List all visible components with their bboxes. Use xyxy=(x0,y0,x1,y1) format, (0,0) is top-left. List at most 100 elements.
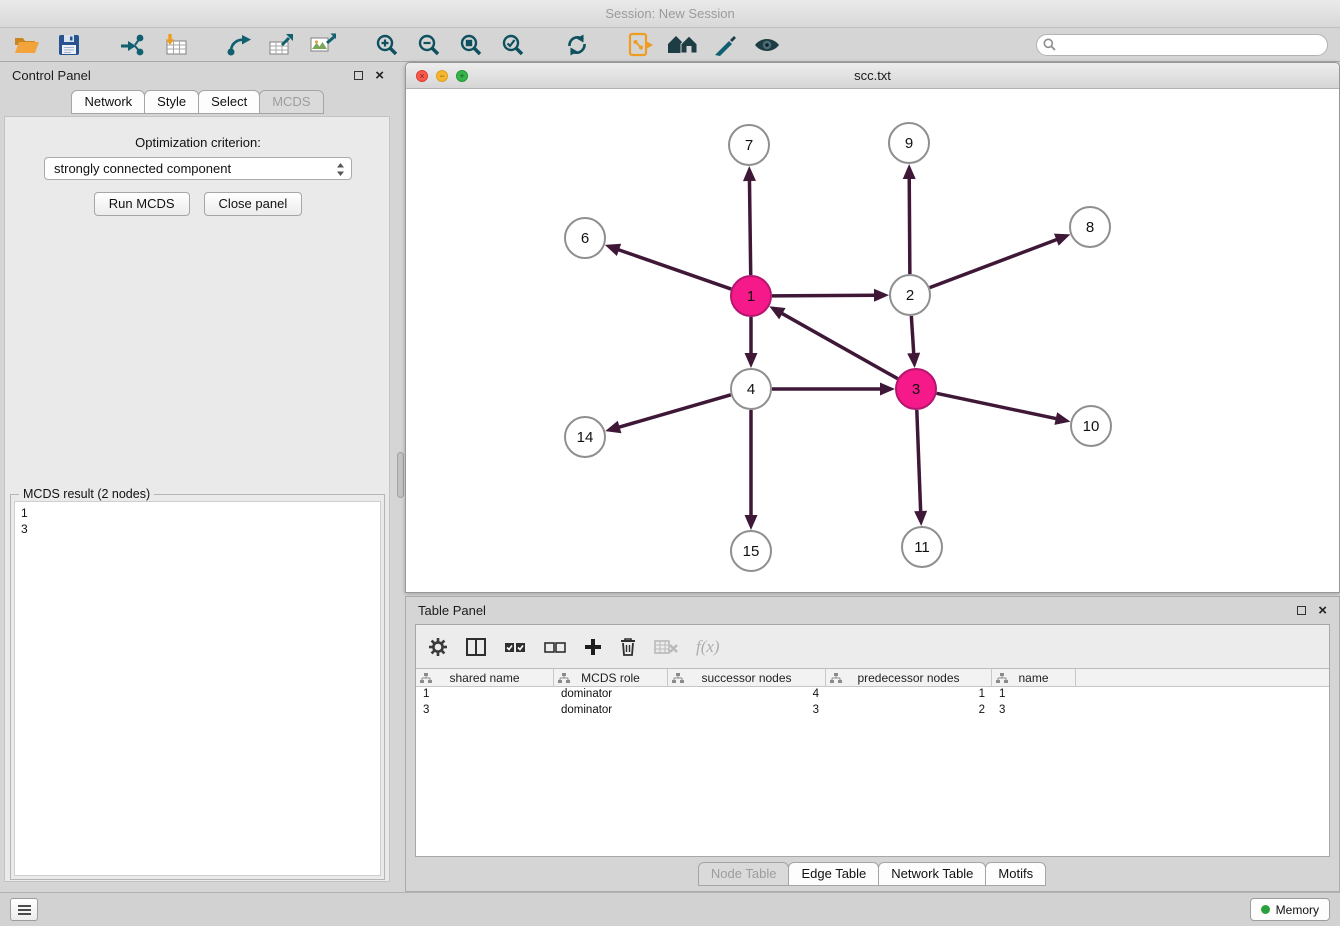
graph-edge-1-7[interactable] xyxy=(749,179,750,275)
run-mcds-button[interactable]: Run MCDS xyxy=(94,192,190,216)
network-window-titlebar[interactable]: × − + scc.txt xyxy=(406,63,1339,89)
graph-edge-2-9[interactable] xyxy=(909,177,910,274)
share-document-icon[interactable] xyxy=(626,30,656,60)
table-cell[interactable]: 4 xyxy=(668,687,826,703)
table-tab-network-table[interactable]: Network Table xyxy=(878,862,986,886)
graph-node-11[interactable]: 11 xyxy=(902,527,942,567)
tab-network[interactable]: Network xyxy=(71,90,145,114)
zoom-out-icon[interactable] xyxy=(414,30,444,60)
column-header-mcds-role[interactable]: MCDS role xyxy=(554,669,668,686)
close-panel-icon[interactable]: × xyxy=(375,71,384,80)
table-tab-edge-table[interactable]: Edge Table xyxy=(788,862,879,886)
graph-edge-1-6[interactable] xyxy=(617,249,731,289)
zoom-fit-icon[interactable] xyxy=(456,30,486,60)
graph-node-label: 15 xyxy=(743,543,760,560)
show-columns-icon[interactable] xyxy=(466,638,486,656)
table-row[interactable]: 3dominator323 xyxy=(416,703,1329,719)
table-tab-motifs[interactable]: Motifs xyxy=(985,862,1046,886)
refresh-icon[interactable] xyxy=(562,30,592,60)
function-builder-icon[interactable]: f(x) xyxy=(696,637,720,657)
zoom-selected-icon[interactable] xyxy=(498,30,528,60)
style-icon[interactable] xyxy=(710,30,740,60)
optimization-criterion-select[interactable]: strongly connected component xyxy=(44,157,352,180)
tab-style[interactable]: Style xyxy=(144,90,199,114)
mcds-result-item[interactable]: 1 xyxy=(21,505,374,521)
zoom-window-icon[interactable]: + xyxy=(456,70,468,82)
memory-status-icon xyxy=(1261,905,1270,914)
mcds-result-list[interactable]: 13 xyxy=(14,501,381,876)
column-type-icon xyxy=(420,673,432,684)
graph-node-label: 7 xyxy=(745,137,753,154)
graph-node-9[interactable]: 9 xyxy=(889,123,929,163)
vertical-splitter[interactable] xyxy=(397,452,404,498)
table-cell[interactable]: dominator xyxy=(554,687,668,703)
graph-node-2[interactable]: 2 xyxy=(890,275,930,315)
graph-edge-2-8[interactable] xyxy=(930,239,1059,288)
graph-node-15[interactable]: 15 xyxy=(731,531,771,571)
graph-node-label: 8 xyxy=(1086,219,1094,236)
table-row[interactable]: 1dominator411 xyxy=(416,687,1329,703)
graph-node-6[interactable]: 6 xyxy=(565,218,605,258)
eye-icon[interactable] xyxy=(752,30,782,60)
graph-edge-1-2[interactable] xyxy=(772,295,876,296)
graph-node-7[interactable]: 7 xyxy=(729,125,769,165)
graph-node-10[interactable]: 10 xyxy=(1071,406,1111,446)
tab-mcds[interactable]: MCDS xyxy=(259,90,323,114)
table-cell[interactable]: 1 xyxy=(992,687,1076,703)
tab-select[interactable]: Select xyxy=(198,90,260,114)
column-header-name[interactable]: name xyxy=(992,669,1076,686)
open-session-icon[interactable] xyxy=(12,30,42,60)
delete-icon[interactable] xyxy=(620,637,636,656)
graph-node-8[interactable]: 8 xyxy=(1070,207,1110,247)
export-image-icon[interactable] xyxy=(308,30,338,60)
network-canvas[interactable]: 7 9 6 8 1 2 4 3 14 10 15 11 xyxy=(406,89,1339,592)
table-cell[interactable]: 3 xyxy=(416,703,554,719)
table-tab-node-table[interactable]: Node Table xyxy=(698,862,790,886)
show-panels-button[interactable] xyxy=(10,898,38,921)
float-panel-icon[interactable] xyxy=(354,71,363,80)
table-cell[interactable]: 1 xyxy=(826,687,992,703)
zoom-in-icon[interactable] xyxy=(372,30,402,60)
minimize-window-icon[interactable]: − xyxy=(436,70,448,82)
graph-edge-3-10[interactable] xyxy=(937,393,1058,419)
graph-node-3[interactable]: 3 xyxy=(896,369,936,409)
memory-button[interactable]: Memory xyxy=(1250,898,1330,921)
table-cell[interactable]: 2 xyxy=(826,703,992,719)
export-network-icon[interactable] xyxy=(224,30,254,60)
close-table-panel-icon[interactable]: × xyxy=(1318,606,1327,615)
table-cell[interactable]: 3 xyxy=(668,703,826,719)
mcds-result-item[interactable]: 3 xyxy=(21,521,374,537)
close-window-icon[interactable]: × xyxy=(416,70,428,82)
graph-edge-2-3[interactable] xyxy=(911,316,913,355)
graph-node-4[interactable]: 4 xyxy=(731,369,771,409)
add-icon[interactable] xyxy=(584,638,602,656)
graph-node-14[interactable]: 14 xyxy=(565,417,605,457)
select-all-icon[interactable] xyxy=(504,640,526,654)
graph-edge-3-1[interactable] xyxy=(781,313,898,379)
close-panel-button[interactable]: Close panel xyxy=(204,192,303,216)
network-window: × − + scc.txt 7 9 6 8 1 2 4 3 14 10 15 11 xyxy=(405,62,1340,593)
graph-node-label: 11 xyxy=(914,539,930,556)
graph-node-label: 4 xyxy=(747,381,755,398)
graph-node-1[interactable]: 1 xyxy=(731,276,771,316)
graph-edge-arrowhead xyxy=(743,166,756,181)
column-header-successor-nodes[interactable]: successor nodes xyxy=(668,669,826,686)
export-table-icon[interactable] xyxy=(266,30,296,60)
delete-table-icon[interactable] xyxy=(654,639,678,655)
search-input[interactable] xyxy=(1036,34,1328,56)
gear-icon[interactable] xyxy=(428,637,448,657)
column-header-shared-name[interactable]: shared name xyxy=(416,669,554,686)
import-table-icon[interactable] xyxy=(160,30,190,60)
table-cell[interactable]: dominator xyxy=(554,703,668,719)
table-cell[interactable]: 1 xyxy=(416,687,554,703)
column-header-predecessor-nodes[interactable]: predecessor nodes xyxy=(826,669,992,686)
table-cell[interactable]: 3 xyxy=(992,703,1076,719)
home-pair-icon[interactable] xyxy=(668,30,698,60)
float-table-panel-icon[interactable] xyxy=(1297,606,1306,615)
graph-edge-3-11[interactable] xyxy=(917,410,921,513)
deselect-all-icon[interactable] xyxy=(544,640,566,654)
window-title: Session: New Session xyxy=(605,6,734,21)
save-session-icon[interactable] xyxy=(54,30,84,60)
graph-edge-4-14[interactable] xyxy=(618,395,731,428)
import-network-icon[interactable] xyxy=(118,30,148,60)
